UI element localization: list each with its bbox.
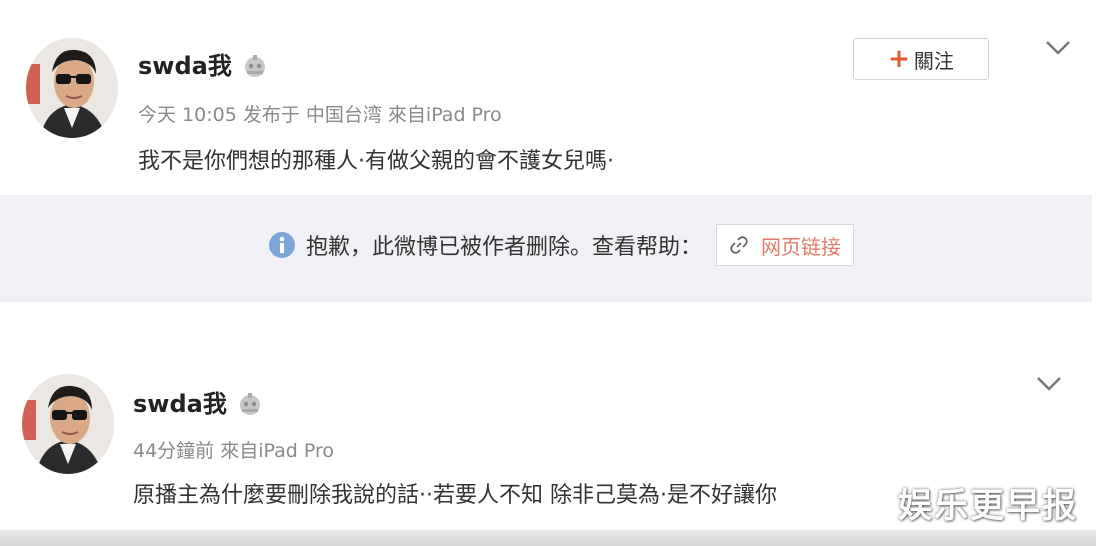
info-icon [268, 231, 296, 259]
username[interactable]: swda我 [133, 388, 227, 420]
member-badge-icon [242, 53, 268, 79]
member-badge-icon [237, 391, 263, 417]
feed-divider [0, 530, 1096, 546]
avatar[interactable] [22, 374, 114, 474]
post-content: 我不是你們想的那種人·有做父親的會不護女兒嗎· [138, 149, 614, 174]
web-link-button[interactable]: 网页链接 [716, 224, 855, 266]
chevron-down-icon[interactable] [1043, 36, 1073, 60]
web-link-label: 网页链接 [761, 234, 842, 259]
post-content: 原播主為什麼要刪除我說的話··若要人不知 除非己莫為·是不好讓你 [133, 483, 777, 508]
deleted-repost-panel: 抱歉，此微博已被作者删除。查看帮助： 网页链接 [0, 195, 1092, 302]
weibo-feed: swda我 今天 10:05 发布于 中国台湾 來自iPad Pro 我不是你們… [0, 0, 1096, 546]
plus-icon: + [888, 44, 910, 74]
link-icon [729, 235, 749, 255]
username-row: swda我 [138, 50, 268, 82]
follow-label: 關注 [913, 48, 954, 73]
post-meta: 今天 10:05 发布于 中国台湾 來自iPad Pro [138, 104, 502, 126]
post-meta: 44分鐘前 來自iPad Pro [133, 440, 334, 462]
username-row: swda我 [133, 388, 263, 420]
username[interactable]: swda我 [138, 50, 232, 82]
watermark-text: 娱乐更早报 [898, 486, 1078, 526]
post-card: swda我 今天 10:05 发布于 中国台湾 來自iPad Pro 我不是你們… [0, 0, 1096, 190]
follow-button[interactable]: + 關注 [853, 38, 989, 80]
deleted-message: 抱歉，此微博已被作者删除。查看帮助： [306, 235, 703, 260]
chevron-down-icon[interactable] [1034, 372, 1064, 396]
deleted-notice: 抱歉，此微博已被作者删除。查看帮助： 网页链接 [268, 223, 855, 267]
avatar[interactable] [26, 38, 118, 138]
